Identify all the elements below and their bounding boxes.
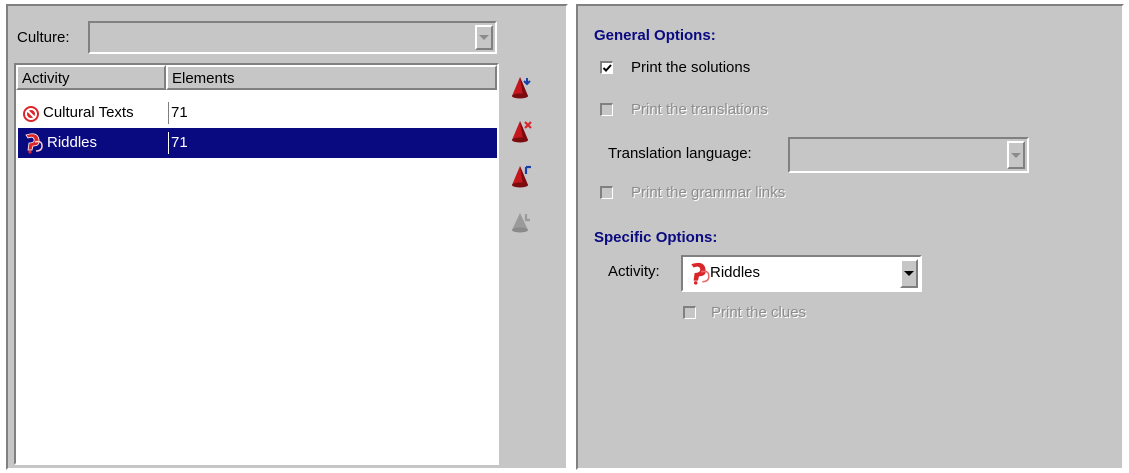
print-translations-checkbox[interactable]: [600, 103, 613, 116]
chevron-down-icon: [1011, 152, 1021, 158]
element-count: 71: [171, 134, 188, 151]
culture-label: Culture:: [17, 29, 70, 46]
activity-label: Activity:: [608, 263, 660, 280]
remove-activity-icon[interactable]: [508, 118, 534, 144]
column-divider: [168, 132, 169, 154]
activity-name: Riddles: [47, 134, 98, 151]
column-header-activity[interactable]: Activity: [16, 65, 166, 90]
culture-dropdown-button[interactable]: [475, 25, 493, 50]
activity-value: Riddles: [710, 264, 761, 281]
translation-language-dropdown-button[interactable]: [1007, 141, 1025, 169]
print-translations-label: Print the translations: [631, 101, 768, 118]
translation-language-label: Translation language:: [608, 145, 752, 162]
disabled-activity-icon: [508, 208, 534, 234]
activity-dropdown-button[interactable]: [900, 259, 918, 288]
edit-activity-icon[interactable]: [508, 163, 534, 189]
column-header-elements[interactable]: Elements: [166, 65, 497, 90]
list-item[interactable]: Cultural Texts 71: [18, 98, 497, 128]
print-grammar-checkbox[interactable]: [600, 186, 613, 199]
chevron-down-icon: [479, 35, 489, 40]
activity-dropdown[interactable]: Riddles: [681, 255, 922, 292]
column-header-activity-label: Activity: [22, 70, 70, 87]
column-header-elements-label: Elements: [172, 70, 235, 87]
chevron-down-icon: [904, 271, 914, 276]
print-solutions-checkbox[interactable]: [600, 61, 613, 74]
culture-dropdown[interactable]: [88, 21, 497, 54]
cultural-texts-icon: [22, 104, 40, 122]
print-solutions-label: Print the solutions: [631, 59, 751, 76]
specific-options-title: Specific Options:: [594, 229, 718, 246]
add-activity-icon[interactable]: [508, 74, 534, 100]
riddles-icon: [687, 261, 711, 285]
checkmark-icon: [602, 64, 612, 72]
list-item-selected[interactable]: Riddles 71: [18, 128, 497, 158]
riddles-icon: [22, 132, 44, 154]
print-clues-label: Print the clues: [711, 304, 807, 321]
column-divider: [168, 102, 169, 124]
print-clues-checkbox[interactable]: [683, 306, 696, 319]
activity-name: Cultural Texts: [43, 104, 134, 121]
element-count: 71: [171, 104, 188, 121]
general-options-title: General Options:: [594, 27, 716, 44]
print-grammar-label: Print the grammar links: [631, 184, 786, 201]
activity-list[interactable]: Activity Elements Cultural Texts 71 Ridd…: [14, 63, 499, 465]
translation-language-dropdown[interactable]: [788, 137, 1029, 173]
